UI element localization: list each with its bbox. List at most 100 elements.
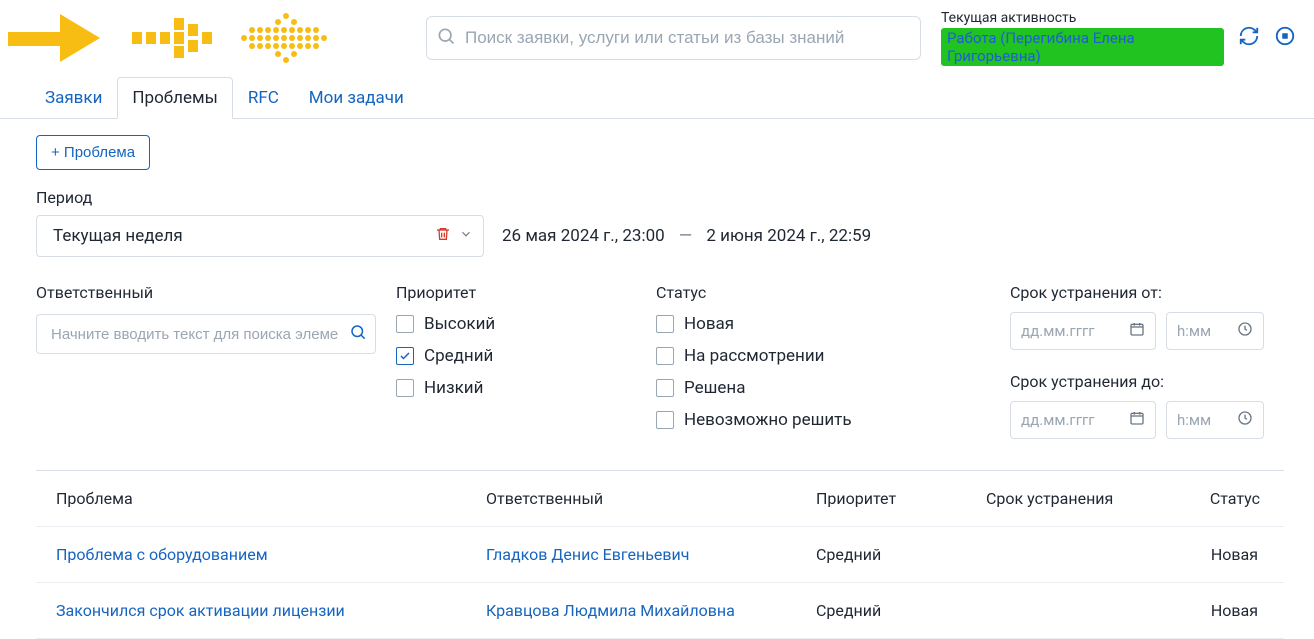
activity-inner: Текущая активность Работа (Перегибина Ел…: [941, 10, 1224, 66]
status-cell: Новая: [1196, 545, 1264, 564]
col-priority: Приоритет Высокий Средний Низкий: [396, 283, 656, 442]
status-option[interactable]: На рассмотрении: [656, 346, 1010, 366]
search-input[interactable]: [426, 16, 921, 60]
status-option[interactable]: Невозможно решить: [656, 410, 1010, 430]
activity-area: Текущая активность Работа (Перегибина Ел…: [941, 10, 1306, 66]
responsible-link[interactable]: Гладков Денис Евгеньевич: [486, 545, 689, 564]
th-problem: Проблема: [56, 489, 486, 508]
period-dates: 26 мая 2024 г., 23:00 — 2 июня 2024 г., …: [502, 226, 871, 246]
priority-cell: Средний: [816, 545, 986, 564]
tab-rfc[interactable]: RFC: [233, 77, 294, 119]
logo-arrow-pixel-icon: [132, 10, 216, 66]
checkbox-icon: [656, 411, 674, 429]
col-status: Статус Новая На рассмотрении Решена Невозмо…: [656, 283, 1010, 442]
due-from-label: Срок устранения от:: [1010, 283, 1284, 302]
table-head: Проблема Ответственный Приоритет Срок ус…: [36, 471, 1284, 527]
calendar-icon: [1129, 410, 1145, 430]
priority-label: Средний: [424, 346, 493, 366]
period-value: Текущая неделя: [53, 226, 183, 246]
problem-link[interactable]: Закончился срок активации лицензии: [56, 601, 345, 620]
period-select[interactable]: Текущая неделя: [36, 215, 484, 257]
status-option[interactable]: Решена: [656, 378, 1010, 398]
th-status: Статус: [1196, 489, 1264, 508]
tab-requests[interactable]: Заявки: [30, 77, 117, 119]
filters: Период Текущая неделя 26 мая 2024 г., 23…: [36, 188, 1284, 442]
responsible-label: Ответственный: [36, 283, 396, 302]
clock-icon: [1237, 321, 1253, 341]
status-label: Новая: [684, 314, 734, 334]
logo-dots-icon: [236, 10, 336, 66]
clock-icon: [1237, 410, 1253, 430]
content: + Проблема Период Текущая неделя 26 мая …: [0, 119, 1314, 639]
logo-area: [8, 10, 336, 66]
date-placeholder: дд.мм.гггг: [1021, 322, 1095, 340]
checkbox-icon: [656, 347, 674, 365]
logo-arrow-icon: [8, 10, 112, 66]
status-label: На рассмотрении: [684, 346, 824, 366]
th-responsible: Ответственный: [486, 489, 816, 508]
status-label: Невозможно решить: [684, 410, 852, 430]
calendar-icon: [1129, 321, 1145, 341]
table-row: Проблема с оборудованием Гладков Денис Ев…: [36, 527, 1284, 583]
search-wrap: [426, 16, 921, 60]
activity-badge[interactable]: Работа (Перегибина Елена Григорьевна): [941, 28, 1224, 66]
chevron-down-icon[interactable]: [459, 227, 473, 245]
priority-option[interactable]: Средний: [396, 346, 656, 366]
period-sep: —: [669, 226, 702, 246]
time-placeholder: h:мм: [1177, 322, 1211, 340]
checkbox-icon: [656, 315, 674, 333]
date-placeholder: дд.мм.гггг: [1021, 411, 1095, 429]
table-row: Закончился срок активации лицензии Кравцо…: [36, 583, 1284, 639]
status-cell: Новая: [1196, 601, 1264, 620]
th-due: Срок устранения: [986, 489, 1196, 508]
priority-option[interactable]: Низкий: [396, 378, 656, 398]
period-label: Период: [36, 188, 1284, 207]
add-problem-button[interactable]: + Проблема: [36, 135, 150, 170]
search-icon: [436, 26, 456, 50]
priority-label: Низкий: [424, 378, 483, 398]
status-list: Новая На рассмотрении Решена Невозможно реш…: [656, 314, 1010, 442]
checkbox-icon: [656, 379, 674, 397]
col-responsible: Ответственный: [36, 283, 396, 442]
checkbox-icon: [396, 347, 414, 365]
th-priority: Приоритет: [816, 489, 986, 508]
due-to-time[interactable]: h:мм: [1166, 401, 1264, 439]
activity-label: Текущая активность: [941, 10, 1224, 26]
checkbox-icon: [396, 379, 414, 397]
tab-my-tasks[interactable]: Мои задачи: [294, 77, 419, 119]
period-to: 2 июня 2024 г., 22:59: [706, 226, 871, 246]
refresh-icon[interactable]: [1238, 25, 1260, 51]
search-icon[interactable]: [349, 323, 367, 345]
stop-icon[interactable]: [1274, 25, 1296, 51]
due-to-group: Срок устранения до: дд.мм.гггг h:мм: [1010, 372, 1284, 439]
responsible-input-wrap[interactable]: [36, 314, 376, 354]
due-from-time[interactable]: h:мм: [1166, 312, 1264, 350]
priority-option[interactable]: Высокий: [396, 314, 656, 334]
trash-icon[interactable]: [435, 226, 451, 246]
tabs: Заявки Проблемы RFC Мои задачи: [0, 76, 1314, 119]
header: Текущая активность Работа (Перегибина Ел…: [0, 0, 1314, 70]
col-due: Срок устранения от: дд.мм.гггг h:мм: [1010, 283, 1284, 442]
period-from: 26 мая 2024 г., 23:00: [502, 226, 665, 246]
table-body: Проблема с оборудованием Гладков Денис Ев…: [36, 527, 1284, 639]
table: Проблема Ответственный Приоритет Срок ус…: [36, 470, 1284, 639]
problem-link[interactable]: Проблема с оборудованием: [56, 545, 268, 564]
due-to-date[interactable]: дд.мм.гггг: [1010, 401, 1156, 439]
checkbox-icon: [396, 315, 414, 333]
status-label: Статус: [656, 283, 1010, 302]
priority-list: Высокий Средний Низкий: [396, 314, 656, 410]
status-label: Решена: [684, 378, 745, 398]
due-from-date[interactable]: дд.мм.гггг: [1010, 312, 1156, 350]
priority-label: Высокий: [424, 314, 495, 334]
grid-filters: Ответственный Приоритет Высокий Средний Ни…: [36, 283, 1284, 442]
time-placeholder: h:мм: [1177, 411, 1211, 429]
tab-problems[interactable]: Проблемы: [117, 77, 232, 119]
responsible-input[interactable]: [49, 325, 349, 344]
priority-cell: Средний: [816, 601, 986, 620]
status-option[interactable]: Новая: [656, 314, 1010, 334]
responsible-link[interactable]: Кравцова Людмила Михайловна: [486, 601, 735, 620]
due-from-group: Срок устранения от: дд.мм.гггг h:мм: [1010, 283, 1284, 350]
priority-label: Приоритет: [396, 283, 656, 302]
period-row: Текущая неделя 26 мая 2024 г., 23:00 — 2…: [36, 215, 1284, 257]
due-to-label: Срок устранения до:: [1010, 372, 1284, 391]
